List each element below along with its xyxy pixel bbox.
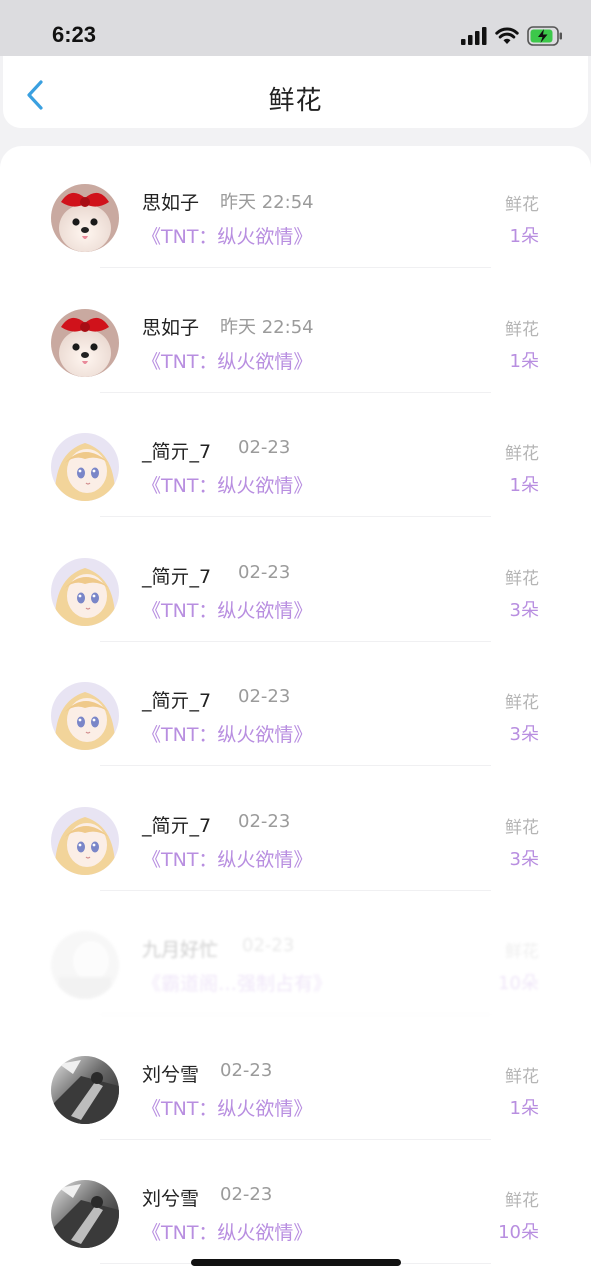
list-item[interactable]: _简亓_7 02-23 《TNT：纵火欲情》 鲜花 3朵 (0, 676, 591, 800)
avatar[interactable] (51, 433, 119, 501)
gift-type-label: 鲜花 (505, 444, 539, 464)
gift-count: 10朵 (498, 973, 539, 994)
gift-time: 02-23 (238, 810, 291, 832)
row-divider (100, 765, 491, 766)
gift-time: 02-23 (238, 437, 291, 458)
user-name: 思如子 (142, 316, 200, 339)
list-item[interactable]: _简亓_7 02-23 《TNT：纵火欲情》 鲜花 3朵 (0, 801, 591, 925)
battery-charging-icon (527, 26, 562, 46)
row-divider (100, 1138, 491, 1140)
gift-type-label: 鲜花 (505, 942, 539, 962)
gift-type-label: 鲜花 (505, 195, 539, 215)
avatar[interactable] (51, 806, 119, 875)
user-name: 刘兮雪 (142, 1188, 200, 1210)
avatar[interactable] (51, 931, 119, 999)
gift-count: 1朵 (509, 1097, 539, 1119)
gift-time: 02-23 (238, 686, 291, 707)
home-indicator (191, 1259, 401, 1266)
gift-count: 3朵 (509, 724, 539, 745)
row-divider (100, 889, 491, 891)
status-time: 6:23 (52, 22, 97, 47)
book-title[interactable]: 《TNT：纵火欲情》 (142, 471, 312, 498)
gift-count: 3朵 (509, 848, 539, 870)
gift-time: 02-23 (238, 561, 291, 583)
gift-count: 1朵 (509, 226, 539, 247)
avatar[interactable] (51, 184, 119, 252)
avatar[interactable] (51, 557, 119, 626)
book-title[interactable]: 《TNT：纵火欲情》 (142, 1094, 312, 1121)
avatar[interactable] (51, 1055, 119, 1124)
row-divider (100, 267, 491, 268)
user-name: 思如子 (142, 192, 200, 214)
book-title[interactable]: 《TNT：纵火欲情》 (142, 720, 312, 747)
gift-time: 昨天 22:54 (220, 316, 314, 338)
gift-time: 昨天 22:54 (220, 192, 314, 213)
book-title[interactable]: 《TNT：纵火欲情》 (142, 222, 312, 249)
page-title: 鲜花 (268, 86, 323, 116)
gift-type-label: 鲜花 (505, 568, 539, 589)
gift-type-label: 鲜花 (505, 319, 539, 340)
book-title[interactable]: 《TNT：纵火欲情》 (142, 845, 312, 872)
book-title[interactable]: 《TNT：纵火欲情》 (142, 1218, 312, 1245)
avatar[interactable] (51, 308, 119, 377)
user-name: _简亓_7 (142, 690, 212, 712)
user-name: 刘兮雪 (142, 1063, 200, 1086)
row-divider (100, 391, 491, 393)
row-divider (100, 1014, 491, 1015)
gift-time: 02-23 (220, 1184, 273, 1205)
gift-count: 3朵 (509, 599, 539, 621)
wifi-icon (495, 27, 519, 44)
list-item[interactable]: 九月好忙 02-23 《霸道阁…强制占有》 鲜花 10朵 (0, 925, 591, 1049)
user-name: _简亓_7 (142, 814, 212, 837)
user-name: _简亓_7 (142, 565, 212, 588)
header: 鲜花 (3, 56, 588, 128)
book-title[interactable]: 《TNT：纵火欲情》 (142, 596, 312, 623)
gift-type-label: 鲜花 (505, 1066, 539, 1087)
gift-list: 思如子 昨天 22:54 《TNT：纵火欲情》 鲜花 1朵 思如子 昨天 22:… (0, 146, 591, 1280)
user-name: _简亓_7 (142, 441, 212, 463)
gift-count: 10朵 (498, 1222, 539, 1243)
avatar[interactable] (51, 1180, 119, 1248)
gift-type-label: 鲜花 (505, 1191, 539, 1211)
row-divider (100, 640, 491, 642)
status-bar: 6:23 (0, 0, 591, 56)
row-divider (100, 516, 491, 517)
user-name: 九月好忙 (142, 939, 219, 961)
list-item[interactable]: _简亓_7 02-23 《TNT：纵火欲情》 鲜花 1朵 (0, 427, 591, 551)
signal-icon (461, 27, 487, 45)
gift-type-label: 鲜花 (505, 817, 539, 838)
gift-time: 02-23 (242, 935, 295, 956)
gift-count: 1朵 (509, 350, 539, 372)
status-icons (461, 26, 563, 46)
gift-type-label: 鲜花 (505, 693, 539, 713)
book-title[interactable]: 《TNT：纵火欲情》 (142, 347, 312, 374)
list-item[interactable]: 思如子 昨天 22:54 《TNT：纵火欲情》 鲜花 1朵 (0, 303, 591, 427)
list-item[interactable]: 刘兮雪 02-23 《TNT：纵火欲情》 鲜花 1朵 (0, 1050, 591, 1174)
gift-time: 02-23 (220, 1059, 273, 1081)
list-item[interactable]: 思如子 昨天 22:54 《TNT：纵火欲情》 鲜花 1朵 (0, 178, 591, 302)
book-title[interactable]: 《霸道阁…强制占有》 (142, 969, 332, 996)
list-item[interactable]: _简亓_7 02-23 《TNT：纵火欲情》 鲜花 3朵 (0, 552, 591, 676)
avatar[interactable] (51, 682, 119, 750)
gift-count: 1朵 (509, 475, 539, 496)
